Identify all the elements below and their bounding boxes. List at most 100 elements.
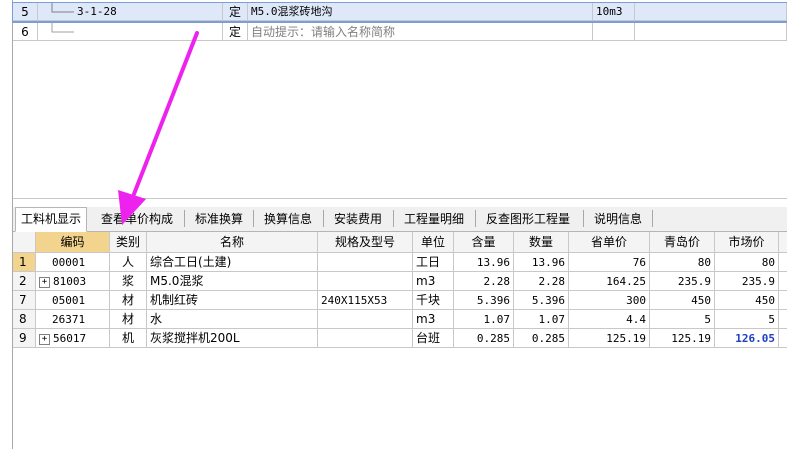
material-quantity[interactable]: 2.28 [514,272,569,291]
material-category[interactable]: 机 [110,329,147,348]
qingdao-price[interactable]: 80 [650,253,715,272]
material-content-text: 2.28 [483,275,511,288]
qingdao-price[interactable]: 5 [650,310,715,329]
material-spec[interactable]: 240X115X53 [318,291,413,310]
province-price-text: 164.25 [606,275,646,288]
material-name[interactable]: 综合工日(土建) [147,253,318,272]
expand-icon[interactable]: + [39,276,50,288]
material-content[interactable]: 5.396 [454,291,514,310]
material-unit[interactable]: 工日 [413,253,454,272]
material-spec-text: 240X115X53 [321,294,388,307]
tab-unit-price-composition[interactable]: 查看单价构成 [96,208,178,230]
material-code[interactable]: +56017 [36,329,110,348]
material-name[interactable]: M5.0混浆 [147,272,318,291]
tab-reverse-graphic-quantity[interactable]: 反查图形工程量 [481,208,575,230]
material-unit-text: 千块 [416,293,441,307]
tree-line-icon [51,3,74,13]
qingdao-price[interactable]: 235.9 [650,272,715,291]
material-content-text: 13.96 [476,256,510,269]
material-spec[interactable] [318,329,413,348]
material-quantity[interactable]: 0.285 [514,329,569,348]
material-category[interactable]: 人 [110,253,147,272]
column-header-code[interactable]: 编码 [36,232,110,253]
quota-code-cell[interactable] [38,23,223,41]
material-name[interactable]: 灰浆搅拌机200L [147,329,318,348]
material-category[interactable]: 浆 [110,272,147,291]
material-code[interactable]: 26371 [36,310,110,329]
quota-extra [635,3,787,21]
column-header-qingdao-price[interactable]: 青岛价 [650,232,715,253]
material-name-text: M5.0混浆 [150,274,204,288]
material-code[interactable]: +81003 [36,272,110,291]
tab-material-display[interactable]: 工料机显示 [15,207,88,232]
material-unit[interactable]: m3 [413,272,454,291]
tab-separator [184,210,185,227]
material-unit[interactable]: m3 [413,310,454,329]
quota-row[interactable]: 5 3-1-28 定 M5.0混浆砖地沟 10m3 [12,2,787,23]
row-number-text: 1 [19,255,27,269]
material-content[interactable]: 1.07 [454,310,514,329]
material-content[interactable]: 0.285 [454,329,514,348]
column-header-province-price[interactable]: 省单价 [569,232,650,253]
tab-description-info[interactable]: 说明信息 [589,208,647,230]
column-header-content[interactable]: 含量 [454,232,514,253]
market-price[interactable]: 5 [715,310,779,329]
market-price[interactable]: 80 [715,253,779,272]
market-price-text: 5 [768,313,775,326]
province-price[interactable]: 164.25 [569,272,650,291]
material-spec[interactable] [318,253,413,272]
tab-quantity-detail[interactable]: 工程量明细 [399,208,469,230]
material-category[interactable]: 材 [110,291,147,310]
quota-name[interactable]: M5.0混浆砖地沟 [248,3,593,21]
material-unit[interactable]: 台班 [413,329,454,348]
material-name[interactable]: 机制红砖 [147,291,318,310]
material-content[interactable]: 13.96 [454,253,514,272]
tab-installation-cost[interactable]: 安装费用 [329,208,387,230]
material-code[interactable]: 05001 [36,291,110,310]
province-price-text: 76 [632,256,646,269]
material-quantity-text: 1.07 [538,313,566,326]
column-header-category[interactable]: 类别 [110,232,147,253]
material-quantity[interactable]: 13.96 [514,253,569,272]
material-quantity[interactable]: 1.07 [514,310,569,329]
material-code[interactable]: 00001 [36,253,110,272]
row-number: 2 [13,272,36,291]
material-name-text: 综合工日(土建) [150,255,232,269]
expand-icon[interactable]: + [39,333,50,345]
material-name[interactable]: 水 [147,310,318,329]
quota-name-hint[interactable]: 自动提示：请输入名称简称 [248,23,593,41]
corner-header [13,232,36,253]
material-code-text: 56017 [53,332,87,345]
column-header-market-price[interactable]: 市场价 [715,232,779,253]
column-header-name[interactable]: 名称 [147,232,318,253]
quota-unit: 10m3 [593,3,635,21]
column-header-quantity[interactable]: 数量 [514,232,569,253]
material-spec[interactable] [318,310,413,329]
market-price-text: 126.05 [735,332,775,345]
material-category[interactable]: 材 [110,310,147,329]
material-spec[interactable] [318,272,413,291]
market-price-text: 235.9 [741,275,775,288]
market-price[interactable]: 126.05 [715,329,779,348]
row-number-text: 7 [19,293,27,307]
province-price[interactable]: 76 [569,253,650,272]
province-price[interactable]: 300 [569,291,650,310]
qingdao-price[interactable]: 125.19 [650,329,715,348]
qingdao-price[interactable]: 450 [650,291,715,310]
tab-conversion-info[interactable]: 换算信息 [259,208,317,230]
material-content[interactable]: 2.28 [454,272,514,291]
column-header-spec[interactable]: 规格及型号 [318,232,413,253]
material-unit[interactable]: 千块 [413,291,454,310]
tab-standard-conversion[interactable]: 标准换算 [190,208,248,230]
quota-row[interactable]: 6 定 自动提示：请输入名称简称 [13,23,787,42]
row-number: 6 [13,23,38,41]
province-price[interactable]: 4.4 [569,310,650,329]
material-unit-text: m3 [416,312,436,326]
market-price[interactable]: 450 [715,291,779,310]
material-quantity[interactable]: 5.396 [514,291,569,310]
province-price[interactable]: 125.19 [569,329,650,348]
market-price[interactable]: 235.9 [715,272,779,291]
column-header-unit[interactable]: 单位 [413,232,454,253]
quota-code: 3-1-28 [77,5,117,18]
quota-code-cell[interactable]: 3-1-28 [38,3,223,21]
